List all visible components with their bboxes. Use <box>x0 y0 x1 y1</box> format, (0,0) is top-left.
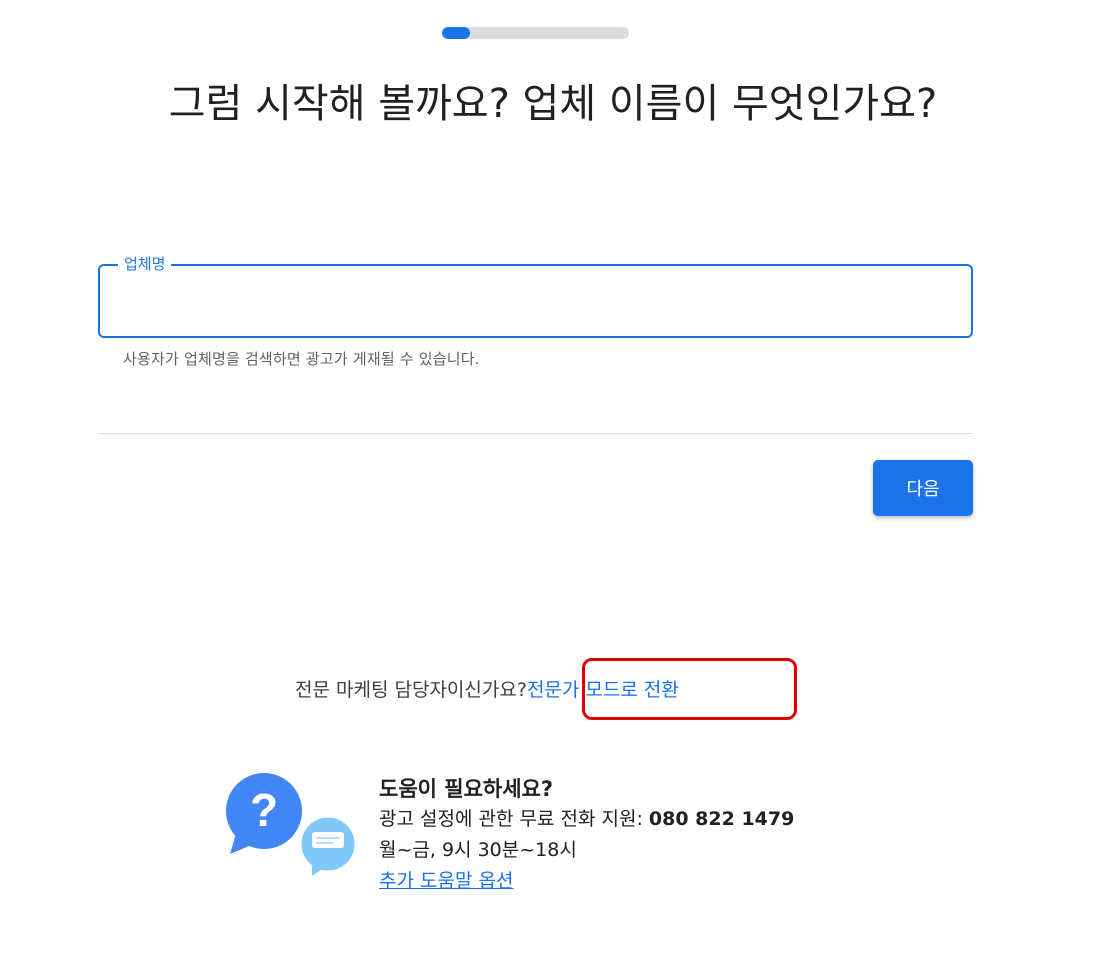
help-illustration: ? <box>226 773 358 876</box>
progress-bar-fill <box>442 27 471 39</box>
progress-bar <box>442 27 629 39</box>
help-hours: 월~금, 9시 30분~18시 <box>379 839 577 861</box>
help-section: 도움이 필요하세요? 광고 설정에 관한 무료 전화 지원: 080 822 1… <box>379 774 794 897</box>
help-phone-prefix: 광고 설정에 관한 무료 전화 지원: <box>379 808 649 830</box>
divider <box>98 433 973 434</box>
business-name-input[interactable] <box>116 284 960 320</box>
help-title: 도움이 필요하세요? <box>379 777 554 801</box>
expert-mode-row: 전문 마케팅 담당자이신가요?전문가 모드로 전환 <box>295 676 679 704</box>
expert-mode-link[interactable]: 전문가 모드로 전환 <box>527 679 679 701</box>
help-phone-line: 광고 설정에 관한 무료 전화 지원: 080 822 1479 <box>379 804 794 835</box>
next-button[interactable]: 다음 <box>873 460 973 516</box>
question-mark-glyph: ? <box>250 784 278 836</box>
business-name-field[interactable]: 업체명 <box>98 254 973 338</box>
business-name-helper: 사용자가 업체명을 검색하면 광고가 게재될 수 있습니다. <box>123 350 480 368</box>
question-bubble-icon: ? <box>226 773 302 854</box>
business-name-label: 업체명 <box>118 254 172 274</box>
chat-bubble-icon <box>298 814 358 876</box>
expert-mode-prompt: 전문 마케팅 담당자이신가요? <box>295 679 527 701</box>
page-title: 그럼 시작해 볼까요? 업체 이름이 무엇인가요? <box>168 81 938 127</box>
help-phone-number: 080 822 1479 <box>648 808 795 830</box>
more-help-options-link[interactable]: 추가 도움말 옵션 <box>379 870 513 892</box>
